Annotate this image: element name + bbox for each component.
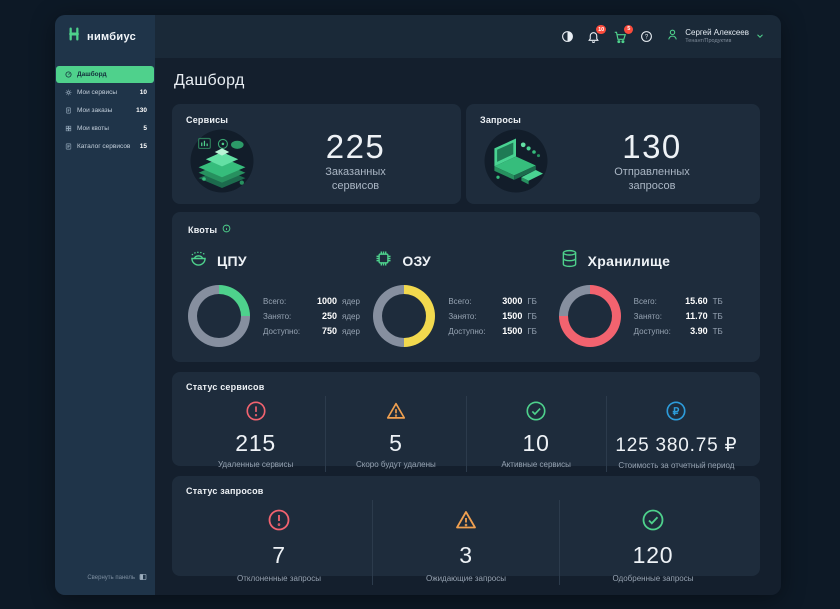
billing-period-cost-stat: ₽ 125 380.75 ₽ Стоимость за отчетный пер… bbox=[606, 396, 746, 472]
warning-triangle-icon bbox=[454, 508, 478, 537]
quota-storage: Хранилище Всего:15.60ТБ Занято:11.70ТБ Д… bbox=[559, 248, 744, 347]
svg-text:?: ? bbox=[645, 35, 649, 41]
info-icon[interactable] bbox=[222, 224, 231, 235]
quotas-title: Квоты bbox=[188, 225, 217, 235]
sidebar-item-dashboard[interactable]: Дашборд bbox=[56, 66, 154, 83]
soon-deleted-services-stat: 5 Скоро будут удалены bbox=[325, 396, 465, 472]
cart-badge: 5 bbox=[624, 25, 633, 34]
cpu-icon bbox=[188, 248, 209, 274]
grid-icon bbox=[65, 125, 72, 132]
ruble-circle-icon: ₽ bbox=[665, 400, 687, 427]
page-title: Дашборд bbox=[174, 72, 760, 90]
help-icon[interactable]: ? bbox=[640, 30, 653, 43]
services-card-title: Сервисы bbox=[186, 115, 447, 125]
database-icon bbox=[559, 248, 580, 274]
sidebar-item-label: Мои заказы bbox=[77, 107, 131, 114]
chevron-down-icon bbox=[755, 28, 765, 46]
quota-cpu: ЦПУ Всего:1000ядер Занято:250ядер Доступ… bbox=[188, 248, 373, 347]
ram-donut-chart bbox=[373, 285, 435, 347]
document-icon bbox=[65, 107, 72, 114]
ram-icon bbox=[373, 248, 394, 274]
service-status-panel: Статус сервисов 215 Удаленные сервисы 5 bbox=[172, 372, 760, 466]
user-icon bbox=[666, 28, 679, 46]
requests-illustration bbox=[480, 125, 552, 202]
deleted-services-stat: 215 Удаленные сервисы bbox=[186, 396, 325, 472]
topbar: 10 5 ? Сергей Алексеев Тенант/Продуктив bbox=[155, 15, 781, 58]
services-count-label: Заказанных bbox=[325, 166, 386, 178]
quota-storage-name: Хранилище bbox=[588, 253, 671, 269]
check-circle-icon bbox=[525, 400, 547, 427]
sidebar-item-my-services[interactable]: Мои сервисы 10 bbox=[56, 84, 154, 101]
check-circle-icon bbox=[641, 508, 665, 537]
sidebar-item-label: Дашборд bbox=[77, 71, 142, 78]
notifications-bell-icon[interactable]: 10 bbox=[587, 30, 600, 43]
requests-card: Запросы bbox=[466, 104, 760, 204]
theme-toggle-icon[interactable] bbox=[561, 30, 574, 43]
rejected-requests-stat: 7 Отклоненные запросы bbox=[186, 500, 372, 585]
dashboard-content: Дашборд Сервисы bbox=[155, 58, 781, 595]
services-card: Сервисы bbox=[172, 104, 461, 204]
gear-icon bbox=[65, 89, 72, 96]
sidebar-item-label: Каталог сервисов bbox=[77, 143, 135, 150]
sidebar-item-label: Мои сервисы bbox=[77, 89, 135, 96]
quota-ram-name: ОЗУ bbox=[402, 253, 431, 269]
collapse-panel-label: Свернуть панель bbox=[87, 575, 135, 581]
pending-requests-stat: 3 Ожидающие запросы bbox=[372, 500, 559, 585]
logo-text: нимбиус bbox=[87, 31, 136, 43]
user-menu[interactable]: Сергей Алексеев Тенант/Продуктив bbox=[666, 28, 765, 46]
sidebar-item-my-orders[interactable]: Мои заказы 130 bbox=[56, 102, 154, 119]
catalog-icon bbox=[65, 143, 72, 150]
service-status-title: Статус сервисов bbox=[186, 382, 746, 392]
user-name: Сергей Алексеев bbox=[685, 28, 749, 38]
sidebar-item-label: Мои квоты bbox=[77, 125, 138, 132]
alert-circle-icon bbox=[245, 400, 267, 427]
warning-triangle-icon bbox=[385, 400, 407, 427]
services-illustration bbox=[186, 125, 258, 202]
user-role: Тенант/Продуктив bbox=[685, 38, 749, 45]
nimbius-logo-icon bbox=[66, 26, 82, 47]
collapse-panel-icon bbox=[139, 573, 147, 583]
request-status-title: Статус запросов bbox=[186, 486, 746, 496]
requests-card-title: Запросы bbox=[480, 115, 746, 125]
sidebar: нимбиус Дашборд Мои сервисы 10 bbox=[55, 15, 155, 595]
quota-ram: ОЗУ Всего:3000ГБ Занято:1500ГБ Доступно:… bbox=[373, 248, 558, 347]
storage-donut-chart bbox=[559, 285, 621, 347]
sidebar-item-count: 15 bbox=[140, 143, 147, 150]
sidebar-item-count: 5 bbox=[143, 125, 147, 132]
active-services-stat: 10 Активные сервисы bbox=[466, 396, 606, 472]
alert-circle-icon bbox=[267, 508, 291, 537]
cart-icon[interactable]: 5 bbox=[613, 30, 627, 44]
services-count: 225 bbox=[326, 130, 386, 165]
request-status-panel: Статус запросов 7 Отклоненные запросы 3 bbox=[172, 476, 760, 576]
dashboard-icon bbox=[65, 71, 72, 78]
quotas-panel: Квоты bbox=[172, 212, 760, 362]
notifications-badge: 10 bbox=[596, 25, 606, 34]
collapse-panel-button[interactable]: Свернуть панель bbox=[55, 573, 155, 595]
cpu-donut-chart bbox=[188, 285, 250, 347]
app-window: нимбиус Дашборд Мои сервисы 10 bbox=[55, 15, 781, 595]
sidebar-item-count: 130 bbox=[136, 107, 147, 114]
sidebar-nav: Дашборд Мои сервисы 10 Мои заказы 130 bbox=[55, 66, 155, 156]
requests-count-label: Отправленных bbox=[614, 166, 689, 178]
sidebar-item-my-quotas[interactable]: Мои квоты 5 bbox=[56, 120, 154, 137]
sidebar-item-service-catalog[interactable]: Каталог сервисов 15 bbox=[56, 138, 154, 155]
approved-requests-stat: 120 Одобренные запросы bbox=[559, 500, 746, 585]
requests-count: 130 bbox=[622, 130, 682, 165]
active-services-value: 10 bbox=[523, 431, 550, 456]
svg-text:₽: ₽ bbox=[673, 406, 680, 418]
logo[interactable]: нимбиус bbox=[55, 15, 155, 58]
sidebar-item-count: 10 bbox=[140, 89, 147, 96]
quota-cpu-name: ЦПУ bbox=[217, 253, 247, 269]
